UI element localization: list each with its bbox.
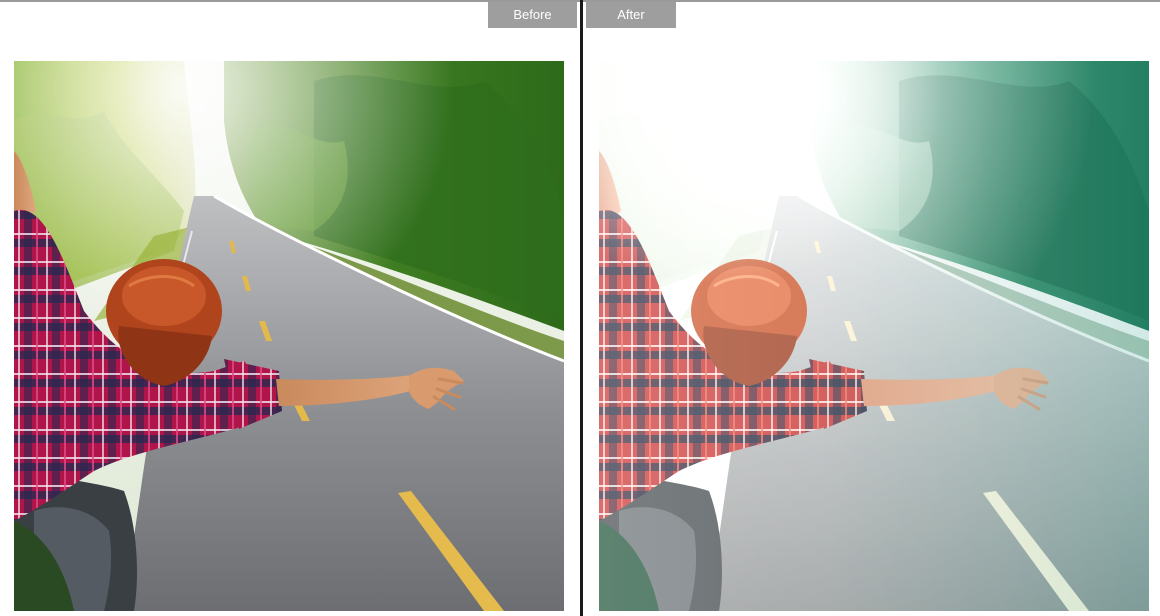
before-photo xyxy=(14,61,564,611)
road-trip-photo-edited xyxy=(599,61,1149,611)
split-divider xyxy=(580,0,583,616)
after-photo xyxy=(599,61,1149,611)
after-label: After xyxy=(586,2,676,28)
before-label: Before xyxy=(488,2,577,28)
road-trip-photo-original xyxy=(14,61,564,611)
